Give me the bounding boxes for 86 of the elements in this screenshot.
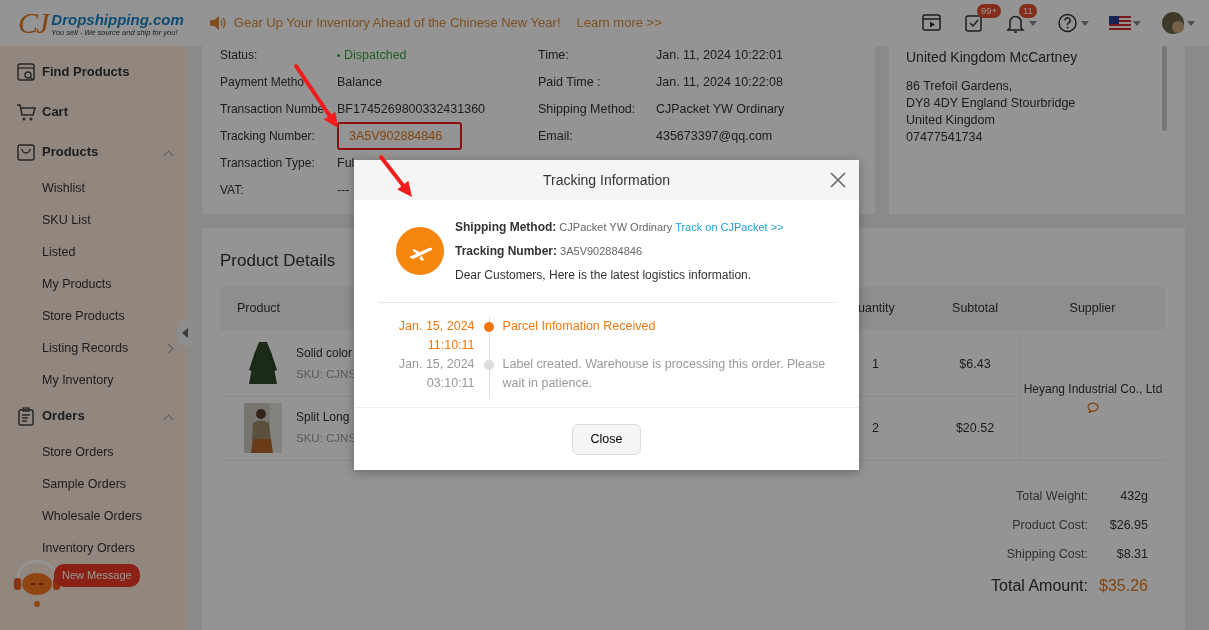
- total-label: Total Amount:: [990, 575, 1088, 596]
- field-label: Shipping Method:: [538, 101, 637, 118]
- help-icon[interactable]: [1057, 12, 1079, 34]
- summary-value: $8.31: [1115, 545, 1148, 563]
- close-icon[interactable]: [830, 172, 846, 188]
- summary-label: Shipping Cost:: [1005, 545, 1088, 563]
- avatar-icon[interactable]: [1161, 12, 1185, 34]
- field-value: Jan. 11, 2024 10:22:08: [656, 74, 784, 91]
- column-header: Subtotal: [951, 299, 999, 317]
- notification-badge: 11: [1019, 4, 1037, 18]
- field-label: Transaction Numbe: [220, 101, 326, 118]
- summary-value: $26.95: [1108, 516, 1148, 534]
- field-label: Tracking Number:: [220, 128, 316, 145]
- new-message-badge[interactable]: New Message: [54, 564, 140, 587]
- supplier-name: Heyang Industrial Co., Ltd: [1023, 380, 1163, 398]
- field-label: Transaction Type:: [220, 155, 316, 172]
- speaker-icon: [207, 15, 226, 31]
- message-text: Dear Customers, Here is the latest logistics information.: [455, 267, 753, 284]
- sidebar-subitem[interactable]: My Inventory: [0, 364, 186, 396]
- event-text: Label created. Warehouse is processing this order. Please wait in patience.: [501, 356, 827, 392]
- track-link[interactable]: Track on CJPacket >>: [675, 221, 784, 233]
- search-icon: [16, 62, 36, 82]
- column-header: uantity: [858, 299, 896, 317]
- recipient-name: United Kingdom McCartney: [906, 48, 1079, 67]
- close-button[interactable]: Close: [571, 424, 642, 455]
- table-cell-text: $6.43: [959, 355, 991, 373]
- total-value: $35.26: [1098, 575, 1148, 596]
- clipboard-icon: [16, 406, 36, 426]
- field-value: BF1745269800332431360: [337, 101, 487, 118]
- caret-icon[interactable]: [1187, 20, 1195, 26]
- sidebar-subitem[interactable]: Inventory Orders: [0, 532, 186, 564]
- section-title: Product Details: [220, 250, 336, 272]
- field-value: Ful: [337, 155, 356, 172]
- announcement-text: Gear Up Your Inventory Ahead of the Chinese New Year!: [233, 14, 561, 33]
- field-value: Balance: [337, 74, 384, 91]
- chat-icon[interactable]: [1085, 400, 1101, 413]
- sidebar-item[interactable]: Find Products: [0, 52, 186, 92]
- sidebar-subitem[interactable]: Wishlist: [0, 172, 186, 204]
- field-label: Time:: [538, 47, 570, 64]
- shipping-info-text: Shipping Method: CJPacket YW Ordinary Track on CJPacket >>: [455, 219, 784, 236]
- status-text: Dispatched: [337, 46, 538, 69]
- sidebar-subitem[interactable]: Wholesale Orders: [0, 500, 186, 532]
- event-text: Parcel Infomation Received: [501, 318, 657, 335]
- address-text: 86 Trefoil Gardens, DY8 4DY England Stourbridge United Kingdom 07477541734: [906, 78, 1077, 146]
- plane-icon: [396, 227, 444, 275]
- notification-badge: 99+: [977, 4, 1002, 18]
- sidebar-subitem[interactable]: Sample Orders: [0, 468, 186, 500]
- table-cell-text: 1: [872, 355, 879, 373]
- caret-icon[interactable]: [1029, 20, 1037, 26]
- summary-label: Product Cost:: [1011, 516, 1088, 534]
- dialog-title: Tracking Information: [542, 170, 671, 190]
- video-icon[interactable]: [921, 12, 943, 34]
- table-cell-text: 2: [872, 419, 879, 437]
- event-time: Jan. 15, 2024 11:10:11: [397, 318, 475, 354]
- sidebar-subitem[interactable]: Listed: [0, 236, 186, 268]
- field-label: Payment Metho: [220, 74, 306, 91]
- sidebar-item[interactable]: Orders: [0, 396, 186, 436]
- sidebar-subitem[interactable]: My Products: [0, 268, 186, 300]
- field-value: 435673397@qq.com: [656, 128, 774, 145]
- summary-value: 432g: [1119, 487, 1148, 505]
- column-header: Product: [236, 299, 282, 317]
- bag-icon: [16, 142, 36, 162]
- shipping-info-text: Tracking Number: 3A5V902884846: [455, 243, 644, 260]
- event-time: Jan. 15, 2024 03:10:11: [397, 356, 475, 392]
- checklist-icon[interactable]: [963, 12, 985, 34]
- sidebar-subitem[interactable]: SKU List: [0, 204, 186, 236]
- status-dot: [337, 54, 340, 58]
- cart-icon: [16, 102, 36, 122]
- sidebar-subitem[interactable]: Store Orders: [0, 436, 186, 468]
- field-label: Paid Time :: [538, 74, 602, 91]
- caret-icon[interactable]: [1081, 20, 1089, 26]
- caret-icon[interactable]: [1133, 20, 1141, 26]
- sidebar-item[interactable]: Cart: [0, 92, 186, 132]
- tracking-number-link[interactable]: 3A5V902884846: [337, 122, 463, 150]
- field-value: CJPacket YW Ordinary: [656, 101, 786, 118]
- sidebar-item[interactable]: Products: [0, 132, 186, 172]
- field-value: ---: [337, 182, 351, 199]
- field-label: VAT:: [220, 182, 245, 199]
- product-name: Split Long: [296, 409, 351, 427]
- product-name: Solid color: [296, 345, 354, 363]
- table-cell-text: $20.52: [955, 419, 995, 437]
- field-value: Jan. 11, 2024 10:22:01: [656, 47, 784, 64]
- field-label: Status:: [220, 47, 259, 64]
- summary-label: Total Weight:: [1014, 487, 1088, 505]
- column-header: Supplier: [1068, 299, 1117, 317]
- field-label: Email:: [538, 128, 574, 145]
